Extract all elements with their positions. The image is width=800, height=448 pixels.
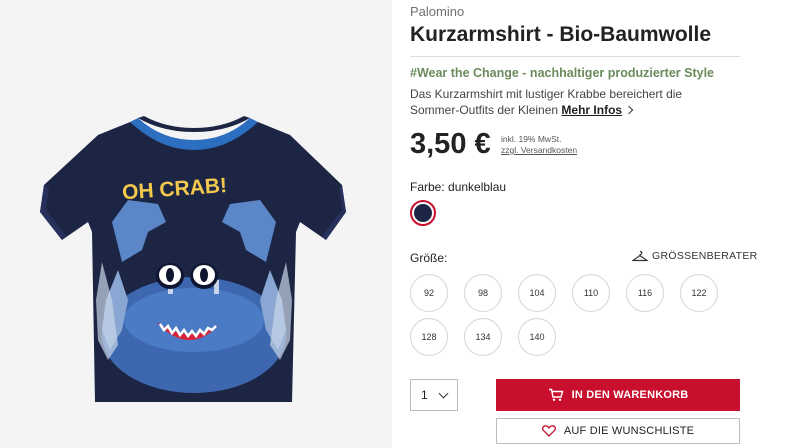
- size-option[interactable]: 104: [518, 274, 556, 312]
- quantity-value: 1: [421, 388, 428, 402]
- size-option[interactable]: 110: [572, 274, 610, 312]
- size-option[interactable]: 134: [464, 318, 502, 356]
- add-to-wishlist-label: AUF DIE WUNSCHLISTE: [563, 425, 695, 437]
- product-title: Kurzarmshirt - Bio-Baumwolle: [410, 23, 712, 46]
- hanger-icon: [632, 250, 648, 262]
- size-option[interactable]: 98: [464, 274, 502, 312]
- size-option[interactable]: 140: [518, 318, 556, 356]
- size-guide-link[interactable]: GRÖSSENBERATER: [632, 250, 758, 262]
- color-dot: [414, 204, 432, 222]
- sustainability-tagline: #Wear the Change - nachhaltiger produzie…: [410, 66, 715, 80]
- size-option[interactable]: 92: [410, 274, 448, 312]
- description-text: Das Kurzarmshirt mit lustiger Krabbe ber…: [410, 87, 683, 117]
- heart-icon: [541, 425, 556, 437]
- size-label: Größe:: [410, 251, 448, 265]
- product-image[interactable]: OH CRAB!: [0, 0, 392, 448]
- tshirt-illustration: OH CRAB!: [40, 116, 346, 402]
- chevron-right-icon[interactable]: [624, 105, 634, 115]
- size-guide-label: GRÖSSENBERATER: [652, 250, 758, 262]
- add-to-wishlist-button[interactable]: AUF DIE WUNSCHLISTE: [496, 418, 740, 444]
- add-to-cart-button[interactable]: IN DEN WARENKORB: [496, 379, 740, 411]
- tax-info: inkl. 19% MwSt. zzgl. Versandkosten: [501, 134, 577, 156]
- size-option[interactable]: 116: [626, 274, 664, 312]
- chevron-down-icon: [438, 388, 449, 399]
- size-option[interactable]: 128: [410, 318, 448, 356]
- add-to-cart-label: IN DEN WARENKORB: [571, 389, 689, 401]
- shipping-costs-link[interactable]: zzgl. Versandkosten: [501, 145, 577, 156]
- product-description: Das Kurzarmshirt mit lustiger Krabbe ber…: [410, 86, 730, 118]
- brand-name[interactable]: Palomino: [410, 4, 464, 19]
- tax-note: inkl. 19% MwSt.: [501, 134, 562, 144]
- price: 3,50 €: [410, 128, 491, 160]
- quantity-select[interactable]: 1: [410, 379, 458, 411]
- more-info-link[interactable]: Mehr Infos: [561, 103, 622, 117]
- size-option[interactable]: 122: [680, 274, 718, 312]
- cart-icon: [548, 388, 563, 401]
- divider: [410, 56, 740, 57]
- color-swatch-selected[interactable]: [410, 200, 436, 226]
- color-label: Farbe: dunkelblau: [410, 180, 507, 194]
